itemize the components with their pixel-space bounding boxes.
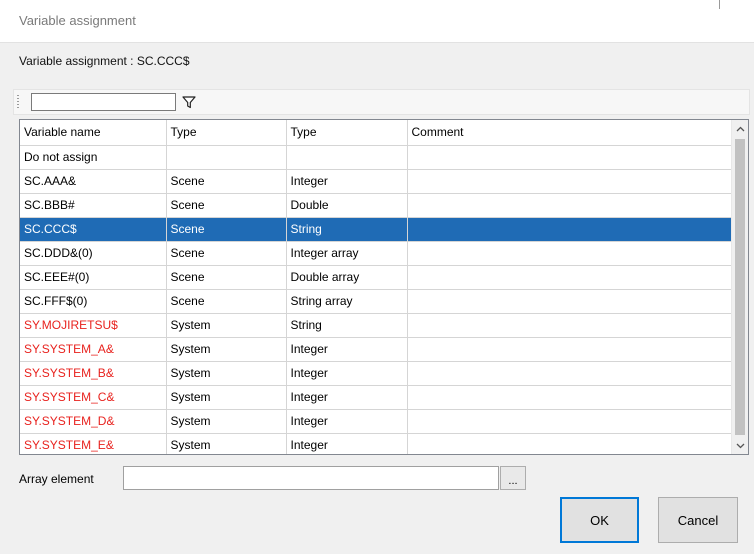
cell-type: String bbox=[286, 217, 408, 242]
table-row[interactable]: SY.SYSTEM_B& System Integer bbox=[20, 361, 732, 386]
scroll-up-button[interactable] bbox=[732, 120, 748, 137]
toolbar-grip[interactable] bbox=[17, 95, 19, 109]
variable-table: Variable name Type Type Comment Do not a… bbox=[20, 120, 732, 454]
cell-type: Integer bbox=[286, 337, 408, 362]
window-title: Variable assignment bbox=[19, 13, 136, 28]
cell-type bbox=[286, 145, 408, 170]
cell-scope: System bbox=[166, 361, 287, 386]
filter-button[interactable] bbox=[177, 93, 201, 111]
cell-type: String array bbox=[286, 289, 408, 314]
cell-scope: System bbox=[166, 385, 287, 410]
cell-scope: System bbox=[166, 433, 287, 454]
table-row[interactable]: Do not assign bbox=[20, 145, 732, 170]
cell-variable-name: SC.FFF$(0) bbox=[20, 289, 167, 314]
column-header-comment[interactable]: Comment bbox=[407, 120, 732, 146]
cell-scope: Scene bbox=[166, 217, 287, 242]
header-row: Variable name Type Type Comment bbox=[20, 120, 732, 146]
variable-grid[interactable]: Variable name Type Type Comment Do not a… bbox=[19, 119, 749, 455]
cell-type: String bbox=[286, 313, 408, 338]
table-row[interactable]: SC.FFF$(0) Scene String array bbox=[20, 289, 732, 314]
cell-scope: Scene bbox=[166, 193, 287, 218]
cell-scope: System bbox=[166, 313, 287, 338]
cell-scope: System bbox=[166, 409, 287, 434]
table-row[interactable]: SY.MOJIRETSU$ System String bbox=[20, 313, 732, 338]
cell-scope bbox=[166, 145, 287, 170]
table-row[interactable]: SC.CCC$ Scene String bbox=[20, 217, 732, 242]
cell-scope: Scene bbox=[166, 289, 287, 314]
cell-variable-name: Do not assign bbox=[20, 145, 167, 170]
table-row[interactable]: SC.AAA& Scene Integer bbox=[20, 169, 732, 194]
array-element-browse-button[interactable]: ... bbox=[500, 466, 526, 490]
cell-type: Integer bbox=[286, 409, 408, 434]
cell-comment bbox=[407, 265, 732, 290]
table-row[interactable]: SY.SYSTEM_C& System Integer bbox=[20, 385, 732, 410]
cell-comment bbox=[407, 241, 732, 266]
cell-comment bbox=[407, 385, 732, 410]
cell-comment bbox=[407, 409, 732, 434]
cell-variable-name: SY.SYSTEM_A& bbox=[20, 337, 167, 362]
cell-scope: Scene bbox=[166, 241, 287, 266]
ok-button[interactable]: OK bbox=[560, 497, 639, 543]
cell-variable-name: SY.SYSTEM_D& bbox=[20, 409, 167, 434]
cell-type: Integer bbox=[286, 433, 408, 454]
table-row[interactable]: SC.BBB# Scene Double bbox=[20, 193, 732, 218]
scroll-thumb[interactable] bbox=[735, 139, 745, 435]
assignment-label: Variable assignment : SC.CCC$ bbox=[19, 54, 190, 68]
table-row[interactable]: SC.EEE#(0) Scene Double array bbox=[20, 265, 732, 290]
cell-variable-name: SY.SYSTEM_C& bbox=[20, 385, 167, 410]
column-header-type[interactable]: Type bbox=[286, 120, 408, 146]
cell-type: Integer bbox=[286, 169, 408, 194]
title-bar: Variable assignment bbox=[0, 0, 754, 43]
cell-comment bbox=[407, 169, 732, 194]
cell-comment bbox=[407, 217, 732, 242]
cell-scope: Scene bbox=[166, 169, 287, 194]
cell-type: Integer bbox=[286, 385, 408, 410]
table-row[interactable]: SY.SYSTEM_E& System Integer bbox=[20, 433, 732, 454]
cell-variable-name: SC.DDD&(0) bbox=[20, 241, 167, 266]
cell-variable-name: SY.SYSTEM_E& bbox=[20, 433, 167, 454]
cell-scope: Scene bbox=[166, 265, 287, 290]
filter-toolbar bbox=[13, 89, 750, 115]
cell-comment bbox=[407, 145, 732, 170]
chevron-up-icon bbox=[736, 126, 745, 131]
vertical-scrollbar[interactable] bbox=[731, 120, 748, 454]
cell-comment bbox=[407, 433, 732, 454]
chevron-down-icon bbox=[736, 443, 745, 448]
cell-variable-name: SC.AAA& bbox=[20, 169, 167, 194]
array-element-input[interactable] bbox=[123, 466, 499, 490]
array-element-label: Array element bbox=[19, 472, 94, 486]
window-edge-marker bbox=[719, 0, 720, 9]
cancel-button[interactable]: Cancel bbox=[658, 497, 738, 543]
column-header-scope[interactable]: Type bbox=[166, 120, 287, 146]
table-row[interactable]: SY.SYSTEM_D& System Integer bbox=[20, 409, 732, 434]
cell-type: Double array bbox=[286, 265, 408, 290]
cell-comment bbox=[407, 313, 732, 338]
cell-comment bbox=[407, 289, 732, 314]
cell-variable-name: SY.SYSTEM_B& bbox=[20, 361, 167, 386]
cell-variable-name: SC.BBB# bbox=[20, 193, 167, 218]
cell-type: Double bbox=[286, 193, 408, 218]
column-header-variable-name[interactable]: Variable name bbox=[20, 120, 167, 146]
table-row[interactable]: SC.DDD&(0) Scene Integer array bbox=[20, 241, 732, 266]
cell-comment bbox=[407, 193, 732, 218]
cell-variable-name: SC.CCC$ bbox=[20, 217, 167, 242]
scroll-down-button[interactable] bbox=[732, 437, 748, 454]
cell-type: Integer array bbox=[286, 241, 408, 266]
table-row[interactable]: SY.SYSTEM_A& System Integer bbox=[20, 337, 732, 362]
cell-comment bbox=[407, 361, 732, 386]
filter-input[interactable] bbox=[31, 93, 176, 111]
filter-icon bbox=[182, 95, 196, 108]
cell-variable-name: SY.MOJIRETSU$ bbox=[20, 313, 167, 338]
cell-type: Integer bbox=[286, 361, 408, 386]
cell-comment bbox=[407, 337, 732, 362]
cell-variable-name: SC.EEE#(0) bbox=[20, 265, 167, 290]
cell-scope: System bbox=[166, 337, 287, 362]
